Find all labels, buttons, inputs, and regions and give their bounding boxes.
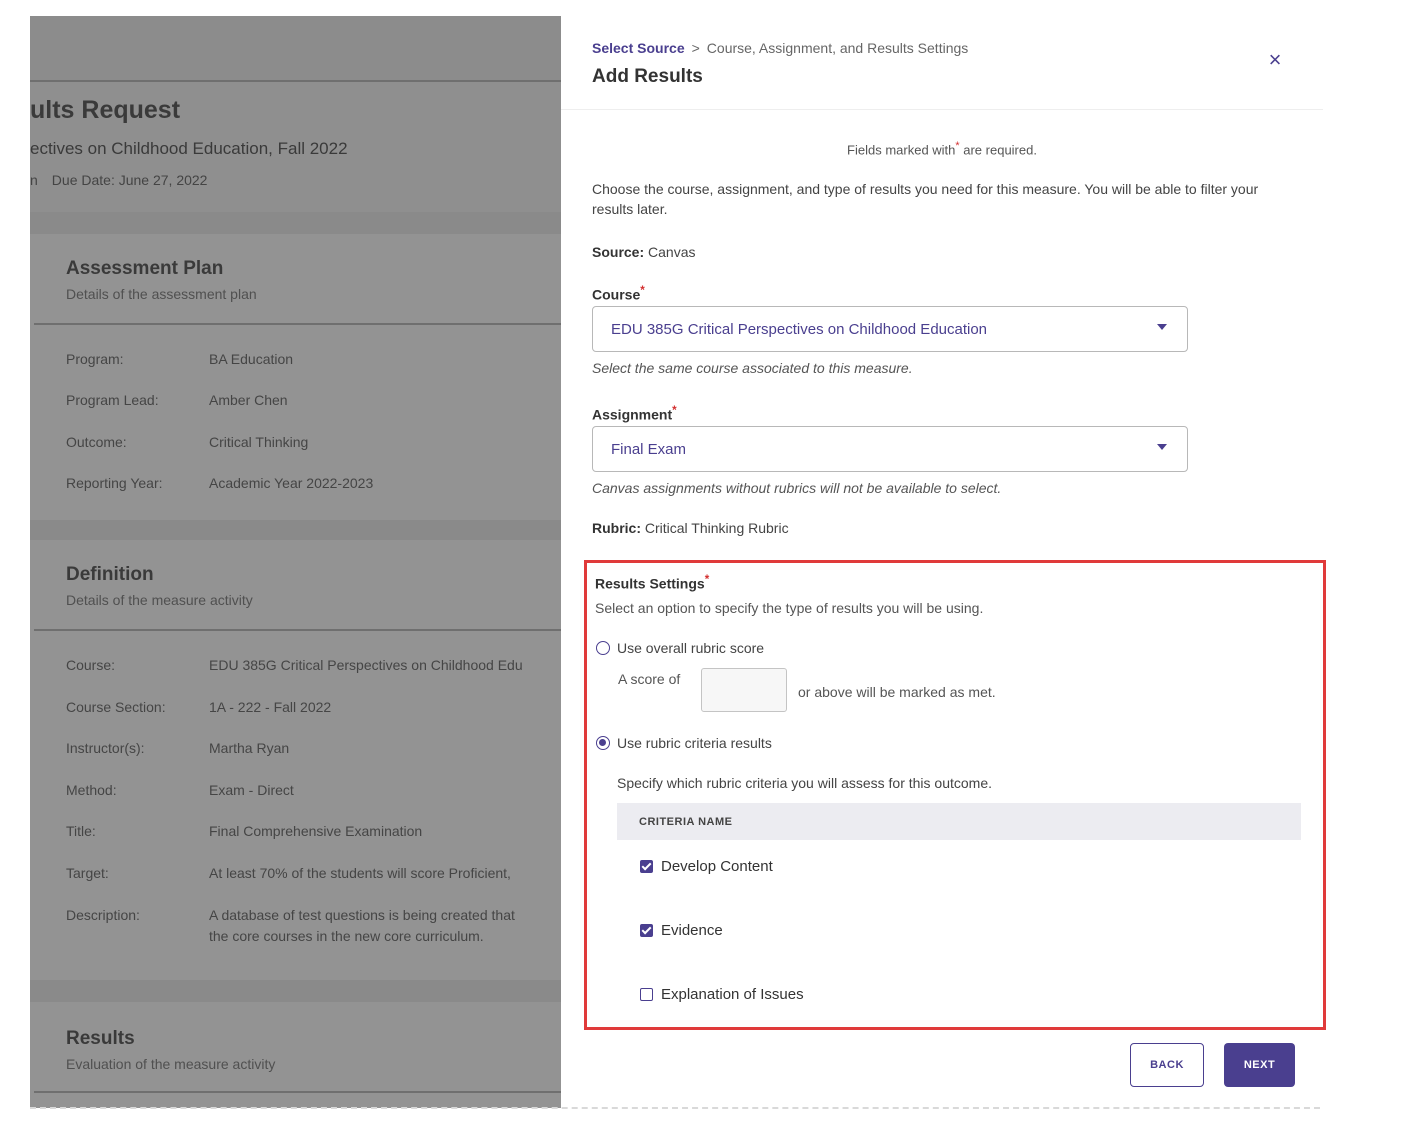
definition-row-course: Course: EDU 385G Critical Perspectives on… <box>66 657 523 673</box>
background-gap <box>30 212 561 234</box>
results-settings-description: Select an option to specify the type of … <box>595 600 984 616</box>
results-description: Evaluation of the measure activity <box>66 1056 276 1072</box>
definition-title: Definition <box>66 564 154 585</box>
modal-header: Select Source > Course, Assignment, and Re… <box>561 16 1323 110</box>
checkbox-icon[interactable] <box>640 924 653 937</box>
plan-row-program-lead: Program Lead: Amber Chen <box>66 392 288 408</box>
results-title: Results <box>66 1028 135 1049</box>
specify-criteria-text: Specify which rubric criteria you will a… <box>617 775 993 791</box>
definition-panel: Definition Details of the measure activi… <box>30 540 561 980</box>
source-label: Source: <box>592 244 645 260</box>
criteria-row-evidence[interactable]: Evidence <box>617 900 1301 964</box>
criteria-table-header: CRITERIA NAME <box>617 803 1301 840</box>
criteria-label: Evidence <box>661 922 723 939</box>
background-page: ults Request ectives on Childhood Educat… <box>30 16 561 1108</box>
breadcrumb: Select Source > Course, Assignment, and Re… <box>592 40 968 56</box>
definition-row-description-cont: the core courses in the new core curricu… <box>209 928 484 944</box>
chevron-down-icon <box>1157 444 1167 450</box>
criteria-name-column-header: CRITERIA NAME <box>639 816 733 828</box>
background-page-title: ults Request <box>30 96 181 124</box>
course-select[interactable]: EDU 385G Critical Perspectives on Childh… <box>592 306 1188 352</box>
background-topbar <box>30 16 561 82</box>
criteria-label: Explanation of Issues <box>661 986 804 1003</box>
panel-divider <box>34 323 561 325</box>
radio-overall-rubric-score[interactable]: Use overall rubric score <box>596 640 764 656</box>
score-suffix: or above will be marked as met. <box>798 684 996 700</box>
required-star: * <box>955 140 960 152</box>
results-settings-section: Results Settings* Select an option to sp… <box>584 560 1326 1030</box>
results-panel: Results Evaluation of the measure activi… <box>30 1002 561 1108</box>
breadcrumb-current: Course, Assignment, and Results Settings <box>706 40 969 56</box>
plan-row-reporting-year: Reporting Year: Academic Year 2022-2023 <box>66 475 374 491</box>
assessment-plan-description: Details of the assessment plan <box>66 286 257 302</box>
breadcrumb-select-source-link[interactable]: Select Source <box>592 40 685 56</box>
course-helper-text: Select the same course associated to thi… <box>592 360 913 376</box>
definition-row-course-section: Course Section: 1A - 222 - Fall 2022 <box>66 699 332 715</box>
radio-icon[interactable] <box>596 736 610 750</box>
panel-divider <box>34 629 561 631</box>
background-page-subtitle: ectives on Childhood Education, Fall 202… <box>30 139 348 158</box>
panel-divider <box>34 1091 561 1093</box>
close-icon[interactable]: × <box>1263 48 1287 72</box>
background-gap <box>30 980 561 1002</box>
definition-row-title: Title: Final Comprehensive Examination <box>66 823 423 839</box>
breadcrumb-separator: > <box>691 40 700 56</box>
definition-row-method: Method: Exam - Direct <box>66 782 294 798</box>
chevron-down-icon <box>1157 324 1167 330</box>
checkbox-icon[interactable] <box>640 860 653 873</box>
plan-row-outcome: Outcome: Critical Thinking <box>66 434 309 450</box>
criteria-row-develop-content[interactable]: Develop Content <box>617 836 1301 900</box>
score-prefix: A score of <box>618 671 681 687</box>
assignment-select[interactable]: Final Exam <box>592 426 1188 472</box>
definition-row-target: Target: At least 70% of the students will… <box>66 865 511 881</box>
radio-rubric-criteria-results[interactable]: Use rubric criteria results <box>596 735 772 751</box>
rubric-label: Rubric: <box>592 520 641 536</box>
source-line: Source: Canvas <box>592 244 695 260</box>
footer-divider <box>30 1107 1320 1109</box>
score-threshold-input[interactable] <box>701 668 787 712</box>
assessment-plan-panel: Assessment Plan Details of the assessmen… <box>30 234 561 520</box>
definition-row-instructors: Instructor(s): Martha Ryan <box>66 740 290 756</box>
required-fields-note: Fields marked with* are required. <box>847 140 1037 158</box>
rubric-value: Critical Thinking Rubric <box>644 520 789 536</box>
plan-row-program: Program: BA Education <box>66 351 294 367</box>
background-meta: n Due Date: June 27, 2022 <box>30 172 207 188</box>
course-label: Course* <box>592 284 645 303</box>
intro-text: Choose the course, assignment, and type … <box>592 181 1259 217</box>
back-button[interactable]: BACK <box>1130 1043 1204 1087</box>
background-gap <box>30 520 561 540</box>
assignment-label: Assignment* <box>592 404 677 423</box>
course-select-value: EDU 385G Critical Perspectives on Childh… <box>611 321 988 338</box>
assignment-select-value: Final Exam <box>611 441 687 458</box>
next-button[interactable]: NEXT <box>1224 1043 1295 1087</box>
radio-icon[interactable] <box>596 641 610 655</box>
definition-description: Details of the measure activity <box>66 592 253 608</box>
rubric-line: Rubric: Critical Thinking Rubric <box>592 520 789 536</box>
assessment-plan-title: Assessment Plan <box>66 258 224 279</box>
criteria-label: Develop Content <box>661 858 773 875</box>
background-due-date: Due Date: June 27, 2022 <box>51 172 208 188</box>
criteria-row-explanation-of-issues[interactable]: Explanation of Issues <box>617 964 1301 1028</box>
criteria-table: CRITERIA NAME Develop Content Evidence E… <box>617 803 1301 1027</box>
modal-title: Add Results <box>592 66 703 87</box>
background-meta-prefix: n <box>30 172 38 188</box>
definition-row-description: Description: A database of test questions… <box>66 907 515 923</box>
results-settings-title: Results Settings* <box>595 573 710 592</box>
checkbox-icon[interactable] <box>640 988 653 1001</box>
source-value: Canvas <box>648 244 696 260</box>
assignment-helper-text: Canvas assignments without rubrics will … <box>592 480 1002 496</box>
